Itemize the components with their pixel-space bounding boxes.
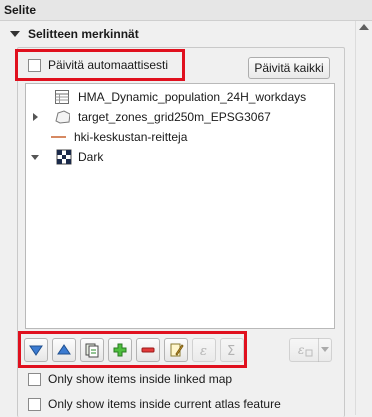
chevron-down-icon [321,347,329,352]
expression-filter-dropdown[interactable] [318,338,332,362]
legend-item-label: HMA_Dynamic_population_24H_workdays [78,90,307,104]
legend-tree[interactable]: HMA_Dynamic_population_24H_workdays targ… [25,83,335,329]
expression-filter-button[interactable]: ε [289,338,319,362]
expression-filter-icon: ε [298,343,312,357]
atlas-feature-checkbox[interactable] [28,398,41,411]
section-header[interactable]: Selitteen merkinnät [10,25,139,43]
legend-item-label: Dark [78,150,104,164]
collapse-triangle-icon[interactable] [10,31,20,37]
tree-row[interactable]: Dark [26,147,334,167]
collapse-arrow-icon[interactable] [31,155,39,160]
atlas-feature-label: Only show items inside current atlas fea… [48,397,281,411]
highlight-box-auto-update [15,49,185,81]
legend-item-label: hki-keskustan-reitteja [74,130,188,144]
panel-title: Selite [0,0,372,21]
expand-arrow-icon[interactable] [33,113,38,121]
scroll-up-arrow-icon[interactable] [359,24,369,30]
tree-row[interactable]: HMA_Dynamic_population_24H_workdays [26,87,334,107]
section-title: Selitteen merkinnät [28,27,139,41]
linked-map-checkbox[interactable] [28,373,41,386]
highlight-box-toolbar [18,331,247,368]
tree-row[interactable]: target_zones_grid250m_EPSG3067 [26,107,334,127]
tree-row[interactable]: hki-keskustan-reitteja [26,127,334,147]
line-layer-icon [51,136,66,138]
linked-map-label: Only show items inside linked map [48,372,233,386]
polygon-layer-icon [55,110,70,124]
legend-item-label: target_zones_grid250m_EPSG3067 [78,110,271,124]
raster-table-icon [55,90,69,104]
vertical-scrollbar[interactable] [355,21,372,415]
checker-raster-icon [56,149,72,165]
svg-text:ε: ε [298,343,304,357]
update-all-button[interactable]: Päivitä kaikki [248,57,330,79]
